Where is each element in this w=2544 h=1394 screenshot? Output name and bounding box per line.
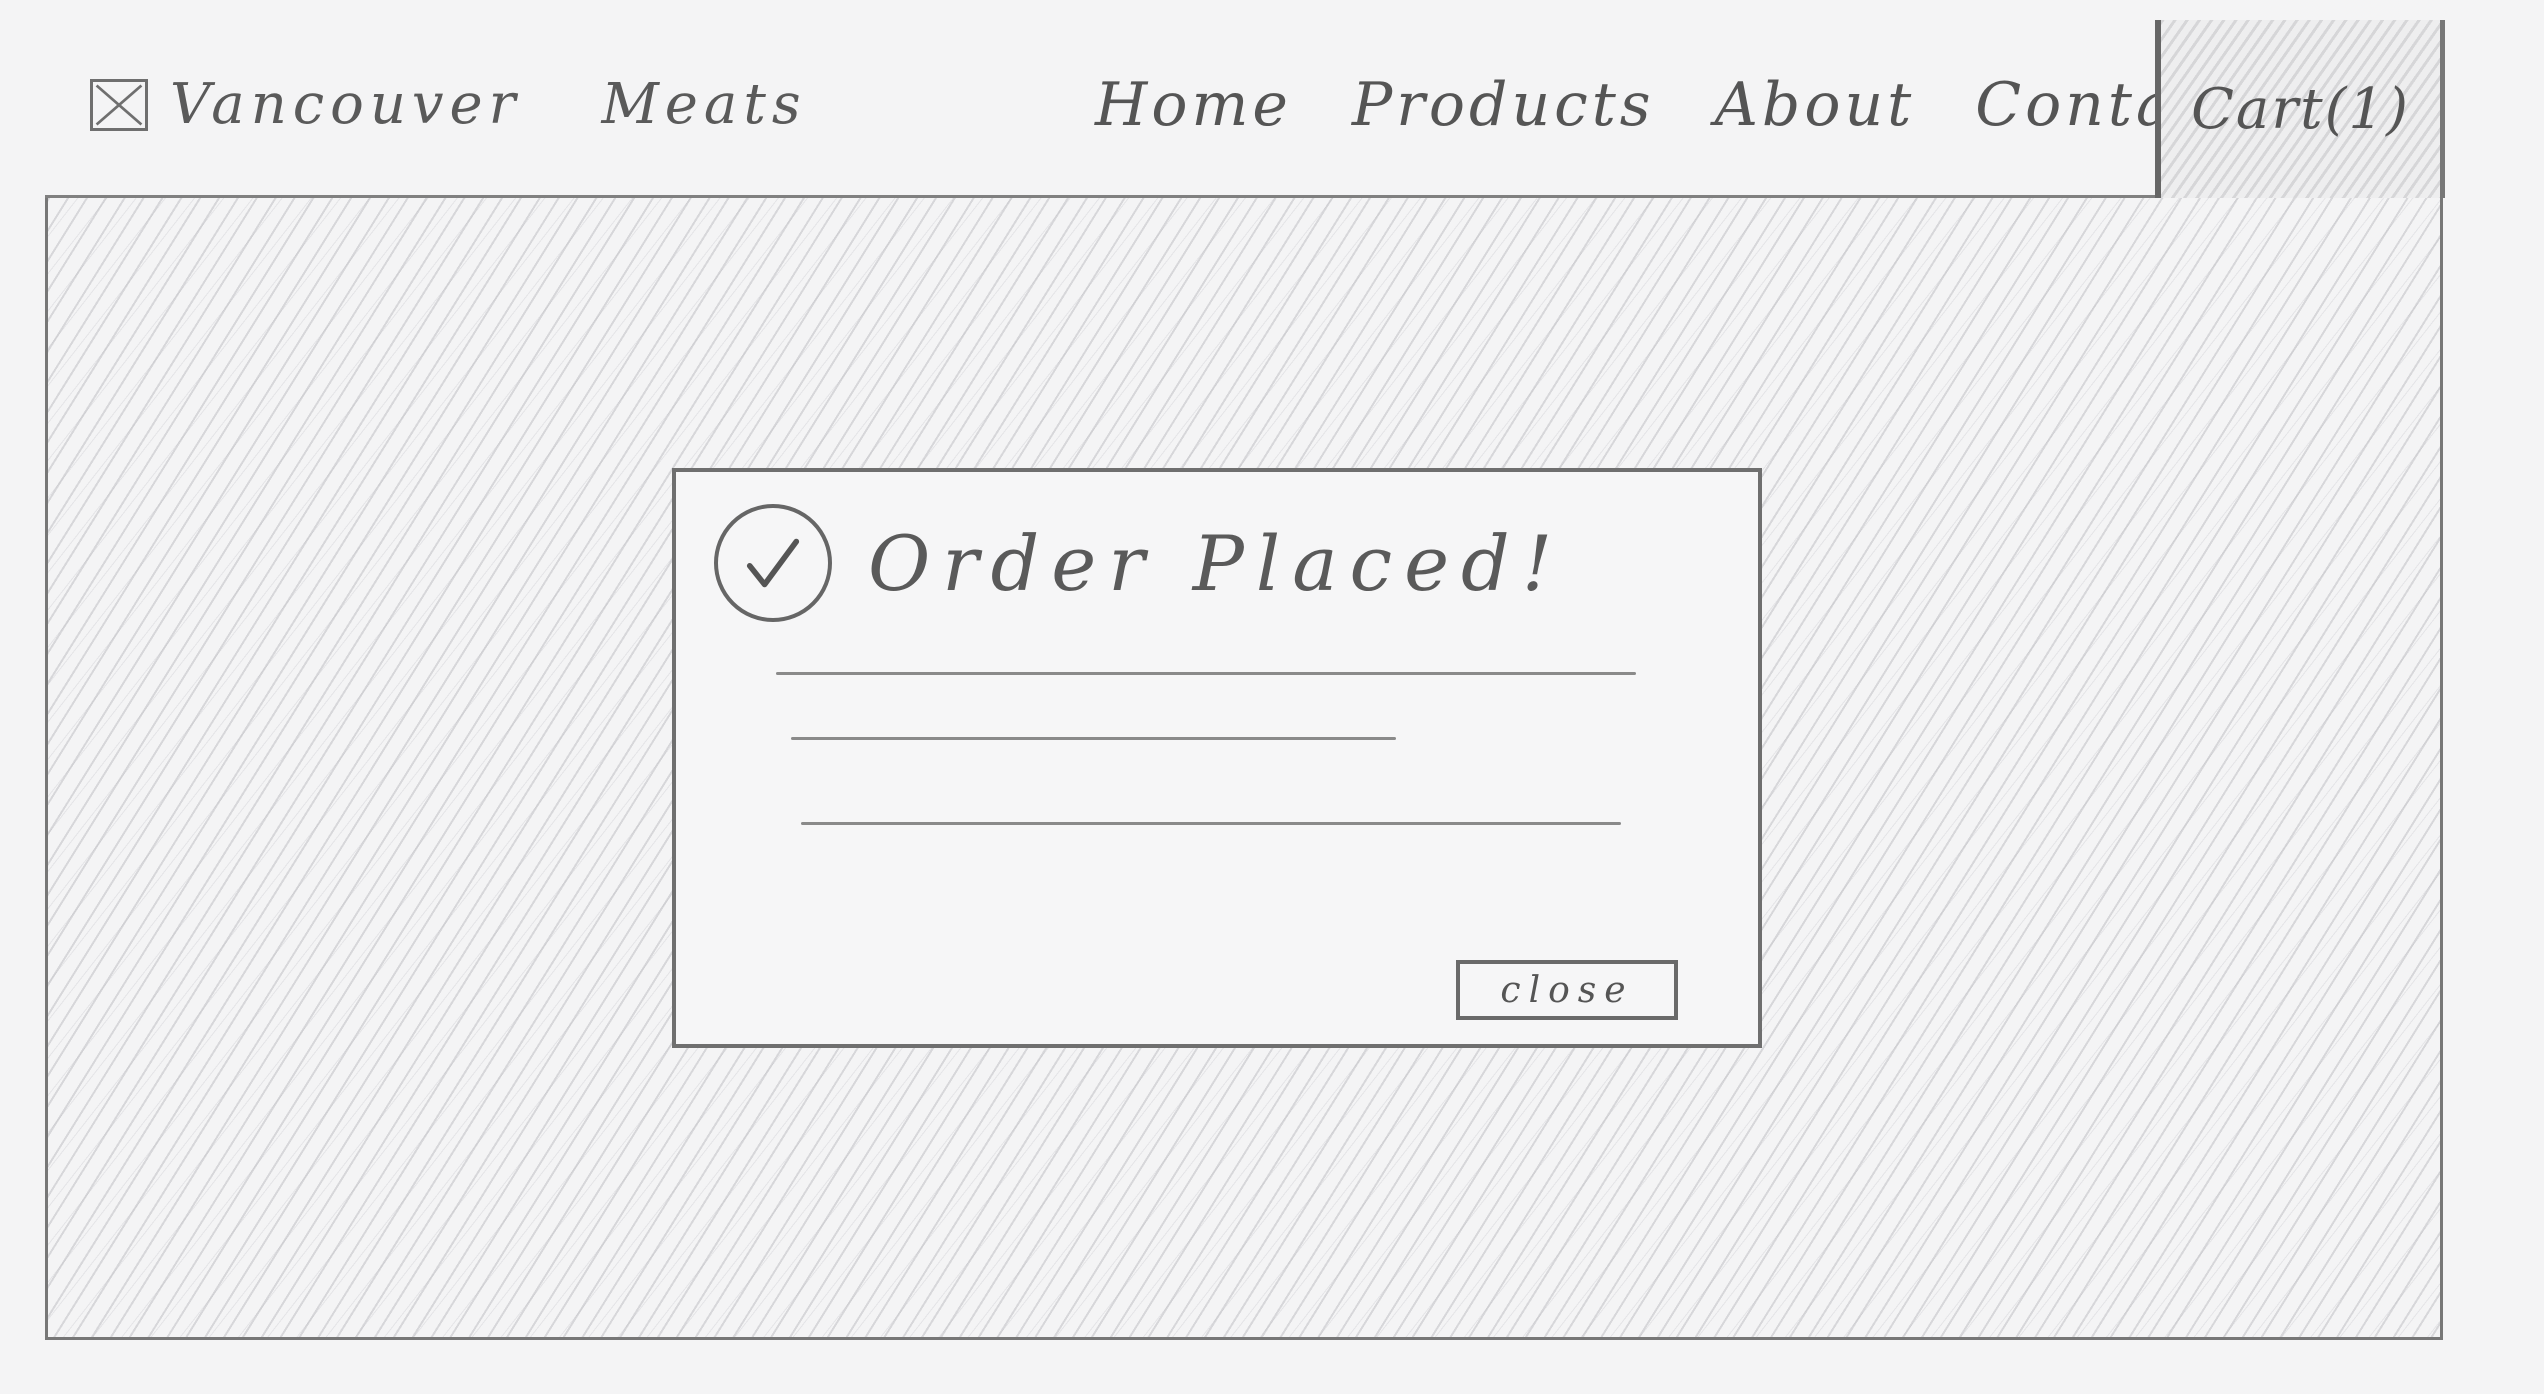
placeholder-text-line bbox=[776, 672, 1636, 675]
image-placeholder-icon bbox=[90, 78, 148, 131]
main-nav: Home Products About Contact bbox=[1095, 70, 2242, 140]
nav-about[interactable]: About bbox=[1715, 70, 1916, 140]
placeholder-text-line bbox=[801, 822, 1621, 825]
brand-part1: Vancouver bbox=[170, 72, 522, 137]
cart-label: Cart(1) bbox=[2191, 76, 2410, 142]
brand-part2: Meats bbox=[601, 72, 807, 137]
logo[interactable]: Vancouver Meats bbox=[90, 72, 807, 137]
nav-home[interactable]: Home bbox=[1095, 70, 1292, 140]
nav-products[interactable]: Products bbox=[1352, 70, 1655, 140]
close-button[interactable]: close bbox=[1456, 960, 1678, 1020]
cart-button[interactable]: Cart(1) bbox=[2155, 20, 2445, 198]
close-button-label: close bbox=[1500, 969, 1634, 1011]
brand-name: Vancouver Meats bbox=[170, 72, 807, 137]
modal-header: Order Placed! bbox=[714, 504, 1564, 622]
check-circle-icon bbox=[714, 504, 832, 622]
navbar: Vancouver Meats Home Products About Conta… bbox=[45, 20, 2445, 198]
modal-title: Order Placed! bbox=[868, 518, 1565, 608]
order-confirmation-modal: Order Placed! close bbox=[672, 468, 1762, 1048]
placeholder-text-line bbox=[791, 737, 1396, 740]
